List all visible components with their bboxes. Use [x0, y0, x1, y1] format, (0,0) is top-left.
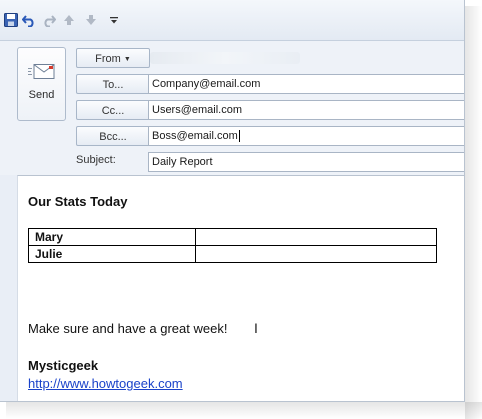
envelope-icon — [28, 62, 56, 87]
from-button[interactable]: From ▼ — [76, 48, 150, 68]
move-down-icon[interactable] — [83, 12, 99, 28]
to-field[interactable]: Company@email.com — [148, 74, 464, 94]
to-label: To... — [102, 79, 124, 91]
table-row: Julie — [28, 245, 437, 263]
move-up-icon[interactable] — [61, 12, 77, 28]
text-caret — [238, 130, 240, 143]
message-window: Send From ▼ To... Company@email.com Cc..… — [0, 0, 465, 402]
quick-access-toolbar — [0, 0, 464, 41]
undo-icon[interactable] — [21, 12, 37, 28]
table-row: Mary — [28, 228, 437, 246]
save-icon[interactable] — [3, 12, 19, 28]
text-cursor-icon: I — [254, 320, 258, 336]
customize-toolbar-icon[interactable] — [106, 12, 122, 28]
subject-label: Subject: — [76, 154, 116, 166]
bcc-field[interactable]: Boss@email.com — [148, 126, 464, 146]
signature-name: Mysticgeek — [28, 358, 99, 373]
signature-link[interactable]: http://www.howtogeek.com — [28, 376, 183, 391]
cc-label: Cc... — [101, 105, 125, 117]
redo-icon[interactable] — [40, 12, 56, 28]
from-account-field[interactable] — [150, 52, 300, 64]
from-label: From — [95, 53, 121, 65]
table-cell-name[interactable]: Julie — [28, 245, 196, 263]
body-heading: Our Stats Today — [28, 194, 128, 209]
subject-field[interactable]: Daily Report — [148, 152, 464, 172]
send-button[interactable]: Send — [17, 47, 66, 121]
table-cell-value[interactable] — [195, 245, 437, 263]
cc-field[interactable]: Users@email.com — [148, 100, 464, 120]
bcc-button[interactable]: Bcc... — [76, 126, 150, 146]
bcc-value: Boss@email.com — [152, 130, 238, 142]
send-label: Send — [28, 89, 55, 101]
table-cell-value[interactable] — [195, 228, 437, 246]
body-text: Make sure and have a great week! — [28, 321, 228, 336]
to-button[interactable]: To... — [76, 74, 150, 94]
bcc-label: Bcc... — [99, 131, 127, 143]
table-cell-name[interactable]: Mary — [28, 228, 196, 246]
cc-button[interactable]: Cc... — [76, 100, 150, 120]
stats-table[interactable]: Mary Julie — [28, 228, 437, 263]
chevron-down-icon: ▼ — [123, 56, 131, 63]
